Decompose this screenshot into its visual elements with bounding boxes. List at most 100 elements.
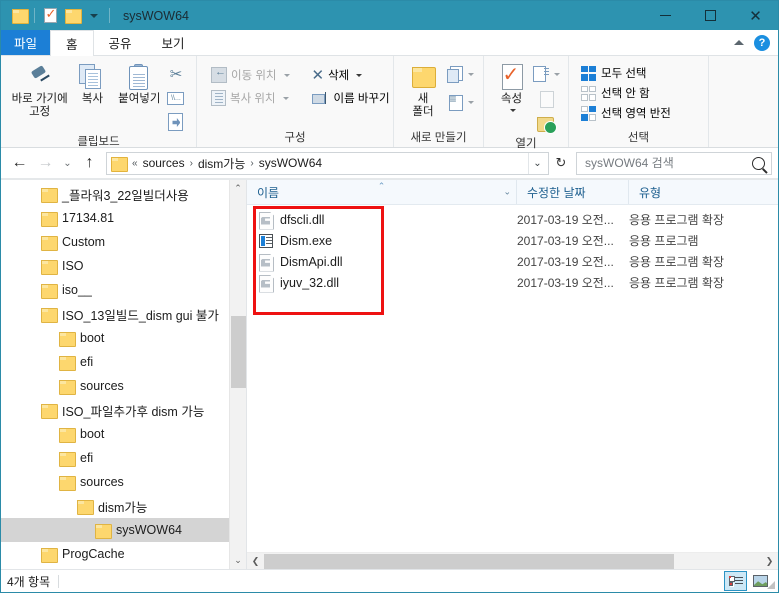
file-list-horizontal-scrollbar[interactable]: ❮ ❯ <box>247 552 778 569</box>
navpane-vertical-scrollbar[interactable]: ⌃ ⌄ <box>229 180 246 569</box>
tree-item[interactable]: _플라워3_22일빌더사용 <box>1 182 246 206</box>
help-icon[interactable]: ? <box>754 34 770 51</box>
scroll-up-arrow-icon[interactable]: ⌃ <box>230 180 246 197</box>
ribbon-group-organize: 이동 위치 복사 위치 <box>196 56 393 147</box>
select-all-button[interactable]: 모두 선택 <box>578 64 674 82</box>
tree-item[interactable]: ISO <box>1 254 246 278</box>
folder-icon <box>41 547 58 563</box>
new-folder-button[interactable]: 새 폴더 <box>400 60 446 119</box>
copy-path-button[interactable]: \\... <box>164 87 188 109</box>
search-icon[interactable] <box>752 156 765 170</box>
tree-item[interactable]: 17134.81 <box>1 206 246 230</box>
title-bar: sysWOW64 ✕ <box>1 1 778 30</box>
tree-item[interactable]: boot <box>1 326 246 350</box>
tree-item[interactable]: ProgCache <box>1 542 246 566</box>
file-row[interactable]: DismApi.dll 2017-03-19 오전... 응용 프로그램 확장 <box>247 251 778 272</box>
easy-access-button[interactable] <box>446 91 474 113</box>
file-name-cell: Dism.exe <box>247 233 517 248</box>
file-row[interactable]: dfscli.dll 2017-03-19 오전... 응용 프로그램 확장 <box>247 209 778 230</box>
tree-item[interactable]: efi <box>1 446 246 470</box>
copy-to-button[interactable]: 복사 위치 <box>207 88 293 108</box>
scroll-down-arrow-icon[interactable]: ⌄ <box>230 552 246 569</box>
minimize-button[interactable] <box>643 1 688 30</box>
column-header-name[interactable]: 이름 ⌃ ⌄ <box>247 180 517 204</box>
column-filter-chevron-down-icon[interactable]: ⌄ <box>503 187 511 198</box>
tab-share[interactable]: 공유 <box>94 30 147 55</box>
open-with-button[interactable] <box>532 63 560 85</box>
close-button[interactable]: ✕ <box>733 1 778 30</box>
invert-selection-button[interactable]: 선택 영역 반전 <box>578 104 674 122</box>
breadcrumb-bar[interactable]: « sources › dism가능 › sysWOW64 ⌄ <box>106 151 549 175</box>
file-date-cell: 2017-03-19 오전... <box>517 255 614 269</box>
tree-item[interactable]: sysWOW64 <box>1 518 246 542</box>
tree-item[interactable]: efi <box>1 350 246 374</box>
edit-button[interactable] <box>532 88 560 110</box>
move-to-chevron-down-icon <box>283 73 290 77</box>
tree-item[interactable]: ISO_13일빌드_dism gui 불가 <box>1 302 246 326</box>
new-item-button[interactable] <box>446 63 474 85</box>
maximize-button[interactable] <box>688 1 733 30</box>
delete-chevron-down-icon <box>356 73 363 77</box>
rename-label: 이름 바꾸기 <box>333 93 390 105</box>
navpane-scroll-thumb[interactable] <box>231 316 246 388</box>
select-none-button[interactable]: 선택 안 함 <box>578 84 674 102</box>
paste-button[interactable]: 붙여넣기 <box>115 60 164 106</box>
pin-to-quick-access-button[interactable]: 바로 가기에 고정 <box>9 60 70 119</box>
hscroll-thumb[interactable] <box>264 553 674 569</box>
scroll-left-arrow-icon[interactable]: ❮ <box>247 553 264 570</box>
history-button[interactable] <box>532 113 560 135</box>
hscroll-track[interactable] <box>264 553 761 570</box>
file-row[interactable]: Dism.exe 2017-03-19 오전... 응용 프로그램 <box>247 230 778 251</box>
properties-button[interactable]: 속성 <box>491 60 532 112</box>
collapse-ribbon-icon[interactable] <box>734 40 744 45</box>
move-to-button[interactable]: 이동 위치 <box>207 65 294 85</box>
details-view-button[interactable] <box>724 571 747 591</box>
file-name-cell: dfscli.dll <box>247 212 517 228</box>
recent-locations-button[interactable]: ⌄ <box>59 151 76 175</box>
copy-button[interactable]: 복사 <box>70 60 114 106</box>
paste-shortcut-button[interactable] <box>164 111 188 133</box>
scroll-right-arrow-icon[interactable]: ❯ <box>761 553 778 570</box>
tree-item[interactable]: Custom <box>1 230 246 254</box>
address-dropdown-chevron-down-icon[interactable]: ⌄ <box>528 152 546 174</box>
new-folder-icon[interactable] <box>61 5 83 27</box>
rename-button[interactable]: 이름 바꾸기 <box>308 88 394 108</box>
tree-item[interactable]: dism가능 <box>1 494 246 518</box>
file-list[interactable]: dfscli.dll 2017-03-19 오전... 응용 프로그램 확장 Dism… <box>247 205 778 552</box>
breadcrumb-item-sources[interactable]: sources <box>139 156 189 170</box>
tree-item[interactable]: boot <box>1 422 246 446</box>
tree-item[interactable]: iso__ <box>1 278 246 302</box>
tree-item-label: iso__ <box>62 283 92 297</box>
tree-item[interactable]: sources <box>1 470 246 494</box>
delete-button[interactable]: ✕ 삭제 <box>308 65 367 85</box>
system-menu-folder-icon[interactable] <box>8 5 30 27</box>
tab-file[interactable]: 파일 <box>1 30 51 55</box>
refresh-button[interactable]: ↻ <box>550 152 572 175</box>
breadcrumb-item-dism[interactable]: dism가능 <box>194 155 249 172</box>
breadcrumb-overflow[interactable]: « <box>131 158 139 169</box>
file-row[interactable]: iyuv_32.dll 2017-03-19 오전... 응용 프로그램 확장 <box>247 272 778 293</box>
folder-icon <box>41 259 58 275</box>
up-button[interactable]: ↑ <box>77 151 102 175</box>
cut-button[interactable]: ✂ <box>164 63 188 85</box>
folder-icon <box>41 187 58 203</box>
ribbon-group-clipboard: 바로 가기에 고정 복사 붙여넣기 ✂ \\... 클립보드 <box>1 56 196 148</box>
tree-item[interactable]: ISO_파일추가후 dism 가능 <box>1 398 246 422</box>
file-name-label: iyuv_32.dll <box>280 275 340 290</box>
properties-icon[interactable] <box>39 5 61 27</box>
breadcrumb-item-syswow64[interactable]: sysWOW64 <box>255 156 326 170</box>
column-headers: 이름 ⌃ ⌄ 수정한 날짜 유형 <box>247 180 778 205</box>
resize-grip-icon[interactable] <box>766 580 776 590</box>
tree-item[interactable]: sources <box>1 374 246 398</box>
search-input[interactable] <box>585 156 752 170</box>
tab-view[interactable]: 보기 <box>147 30 200 55</box>
column-header-date[interactable]: 수정한 날짜 <box>517 180 629 204</box>
tab-home[interactable]: 홈 <box>50 30 94 56</box>
ribbon-group-filler <box>708 56 778 147</box>
clipboard-small-buttons: ✂ \\... <box>164 60 188 133</box>
search-box[interactable] <box>576 151 772 175</box>
column-header-type[interactable]: 유형 <box>629 180 778 204</box>
back-button[interactable]: ← <box>7 151 32 175</box>
customize-qat-chevron-down-icon[interactable] <box>83 5 105 27</box>
forward-button[interactable]: → <box>33 151 58 175</box>
